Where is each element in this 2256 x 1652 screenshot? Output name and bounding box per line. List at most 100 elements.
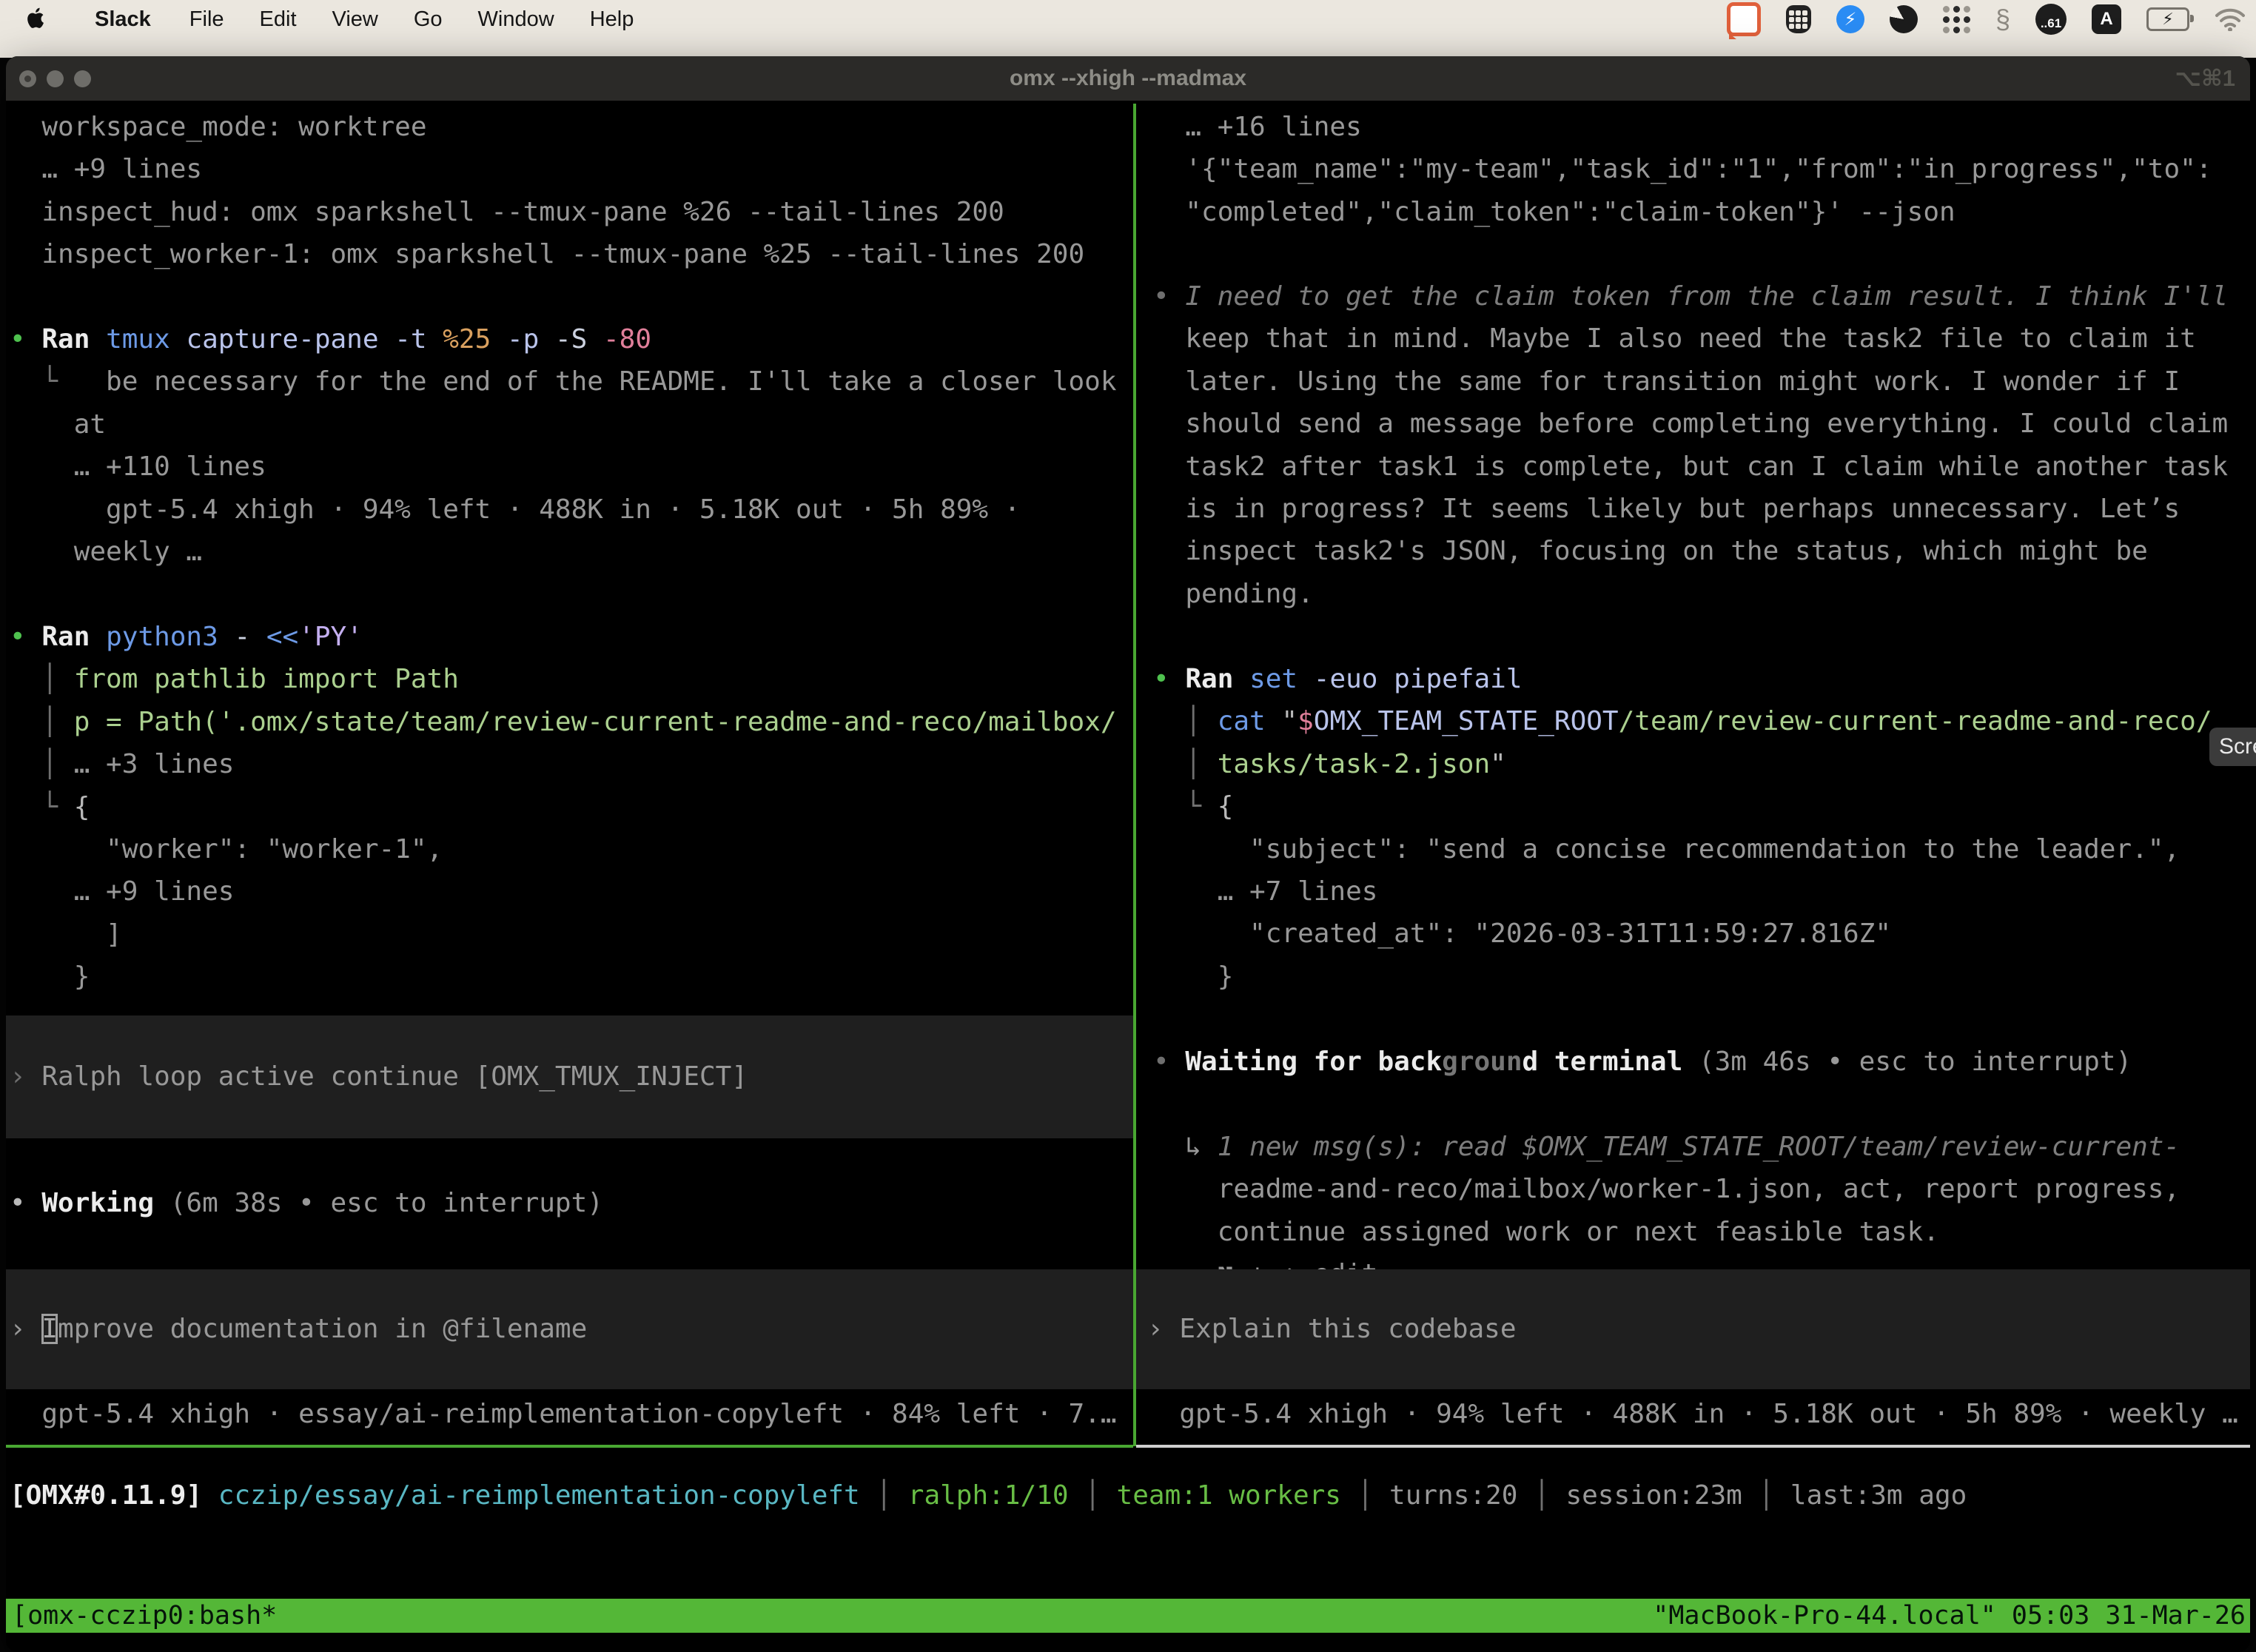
text-run: • (10, 1188, 41, 1218)
traffic-lights (19, 70, 91, 87)
left-prompt-input[interactable]: › Improve documentation in @filename (6, 1269, 1133, 1389)
disk-usage-icon[interactable] (1890, 5, 1918, 33)
terminal-line: › Explain this codebase (1147, 1308, 1517, 1350)
squiggle-icon[interactable]: § (1995, 4, 2010, 35)
menu-item-view[interactable]: View (315, 7, 396, 32)
text-run: ralph:1/10 (908, 1480, 1069, 1511)
menu-item-edit[interactable]: Edit (242, 7, 315, 32)
text-run: capture-pane (186, 324, 395, 355)
text-run: │ (1341, 1480, 1389, 1511)
terminal-line: › Improve documentation in @filename (10, 1308, 587, 1350)
countdown-badge-icon[interactable]: ..61 (2035, 4, 2067, 35)
messenger-icon[interactable]: ⚡ (1836, 5, 1864, 33)
text-run: should send a message before completing … (1153, 409, 2228, 439)
pane-divider-vertical[interactable] (1133, 104, 1136, 1446)
chat-app-icon[interactable] (1727, 2, 1761, 36)
right-prompt-input[interactable]: › Explain this codebase (1136, 1269, 2250, 1389)
text-run: │ (1742, 1480, 1790, 1511)
close-button[interactable] (19, 70, 36, 87)
text-run: Working (41, 1188, 169, 1218)
text-run: << (266, 622, 298, 652)
text-run: '{"team_name":"my-team","task_id":"1","f… (1153, 154, 2212, 184)
text-run: inspect_worker-1: omx sparkshell --tmux-… (10, 239, 1084, 269)
zoom-button[interactable] (74, 70, 91, 87)
text-run: │ (10, 707, 74, 737)
text-run: │ (1153, 706, 1218, 736)
text-run: (3m 46s • esc to interrupt) (1699, 1047, 2132, 1077)
text-run: "completed","claim_token":"claim-token"}… (1153, 197, 1955, 227)
text-run: session:23m (1565, 1480, 1742, 1511)
terminal-line: … +7 lines (1153, 870, 2212, 913)
text-run: tmux (106, 324, 186, 355)
text-run: weekly … (10, 537, 202, 567)
terminal-line: } (10, 956, 1117, 998)
tmux-host-clock: "MacBook-Pro-44.local" 05:03 31-Mar-26 (1653, 1599, 2246, 1633)
text-run: cat (1218, 706, 1282, 736)
terminal-line: readme-and-reco/mailbox/worker-1.json, a… (1153, 1168, 2180, 1210)
tmux-session-window[interactable]: [omx-cczip0:bash* (12, 1599, 277, 1633)
left-pane-ran-tmux: • Ran tmux capture-pane -t %25 -p -S -80… (10, 318, 1117, 573)
terminal-line: inspect_worker-1: omx sparkshell --tmux-… (10, 233, 1084, 275)
terminal-line: gpt-5.4 xhigh · 94% left · 488K in · 5.1… (1147, 1393, 2238, 1435)
right-pane-json-output: … +16 lines '{"team_name":"my-team","tas… (1153, 106, 2212, 233)
apple-menu-icon[interactable] (27, 7, 49, 32)
text-run: › (10, 1314, 41, 1344)
menu-item-app[interactable]: Slack (77, 7, 172, 32)
text-run: I (41, 1314, 58, 1344)
text-run: /team/review-current-readme-and-reco/ (1619, 706, 2212, 736)
terminal-line: pending. (1153, 573, 2228, 615)
text-run: -p (507, 324, 555, 355)
menu-bar-left: Slack File Edit View Go Window Help (0, 7, 651, 32)
terminal-line: • Working (6m 38s • esc to interrupt) (10, 1182, 603, 1224)
terminal-line: task2 after task1 is complete, but can I… (1153, 446, 2228, 488)
text-run: • (1153, 281, 1185, 312)
window-shortcut-badge: ⌥⌘1 (2175, 65, 2235, 92)
right-ran-cat-task: • Ran set -euo pipefail │ cat "$OMX_TEAM… (1153, 658, 2212, 998)
text-run: team:1 workers (1117, 1480, 1341, 1511)
text-run: } (10, 961, 90, 992)
terminal-line: weekly … (10, 531, 1117, 573)
terminal-line: at (10, 403, 1117, 446)
text-run: workspace_mode: worktree (10, 112, 427, 142)
grid-dots-icon[interactable] (1943, 6, 1970, 33)
terminal-line: ] (10, 913, 1117, 956)
menu-item-go[interactable]: Go (396, 7, 460, 32)
terminal-line: │ p = Path('.omx/state/team/review-curre… (10, 701, 1117, 743)
text-run: readme-and-reco/mailbox/worker-1.json, a… (1153, 1174, 2180, 1204)
terminal-content: workspace_mode: worktree … +9 lines insp… (6, 101, 2250, 1652)
text-run: › (1147, 1314, 1179, 1344)
minimize-button[interactable] (47, 70, 64, 87)
terminal-line: "subject": "send a concise recommendatio… (1153, 828, 2212, 870)
text-run: • (1153, 1047, 1185, 1077)
screenshot-overlay-chip[interactable]: Scre (2209, 728, 2256, 766)
text-run: 'PY' (298, 622, 363, 652)
input-source-icon[interactable]: A (2092, 4, 2121, 34)
wifi-icon[interactable] (2215, 7, 2246, 31)
text-run: turns:20 (1389, 1480, 1517, 1511)
menu-item-help[interactable]: Help (572, 7, 652, 32)
pane-border-bottom-left (6, 1445, 1133, 1448)
terminal-line: later. Using the same for transition mig… (1153, 360, 2228, 403)
terminal-line: • Ran python3 - <<'PY' (10, 616, 1117, 658)
menu-item-window[interactable]: Window (460, 7, 572, 32)
menu-item-file[interactable]: File (172, 7, 242, 32)
keyboard-shield-icon[interactable] (1786, 5, 1811, 33)
left-ralph-loop-banner: › Ralph loop active continue [OMX_TMUX_I… (6, 1015, 1133, 1138)
text-run: │ (10, 664, 74, 694)
text-run: pending. (1153, 579, 1314, 609)
terminal-line: › Ralph loop active continue [OMX_TMUX_I… (10, 1055, 748, 1098)
terminal-line: } (1153, 956, 2212, 998)
text-run: • (10, 622, 41, 652)
text-run: 1 new msg(s): read $OMX_TEAM_STATE_ROOT/… (1218, 1132, 2180, 1162)
terminal-line: workspace_mode: worktree (10, 106, 1084, 148)
text-run: -S (555, 324, 603, 355)
terminal-line: │ … +3 lines (10, 743, 1117, 785)
text-run: cczip/essay/ai-reimplementation-copyleft (218, 1480, 860, 1511)
text-run: at (10, 409, 106, 440)
battery-charging-icon[interactable]: ⚡ (2146, 7, 2189, 31)
text-run: -80 (603, 324, 651, 355)
text-run: groun (1442, 1047, 1522, 1077)
terminal-line: should send a message before completing … (1153, 403, 2228, 445)
window-title-bar[interactable]: omx --xhigh --madmax ⌥⌘1 (6, 56, 2250, 101)
text-run: Waiting for back (1185, 1047, 1442, 1077)
